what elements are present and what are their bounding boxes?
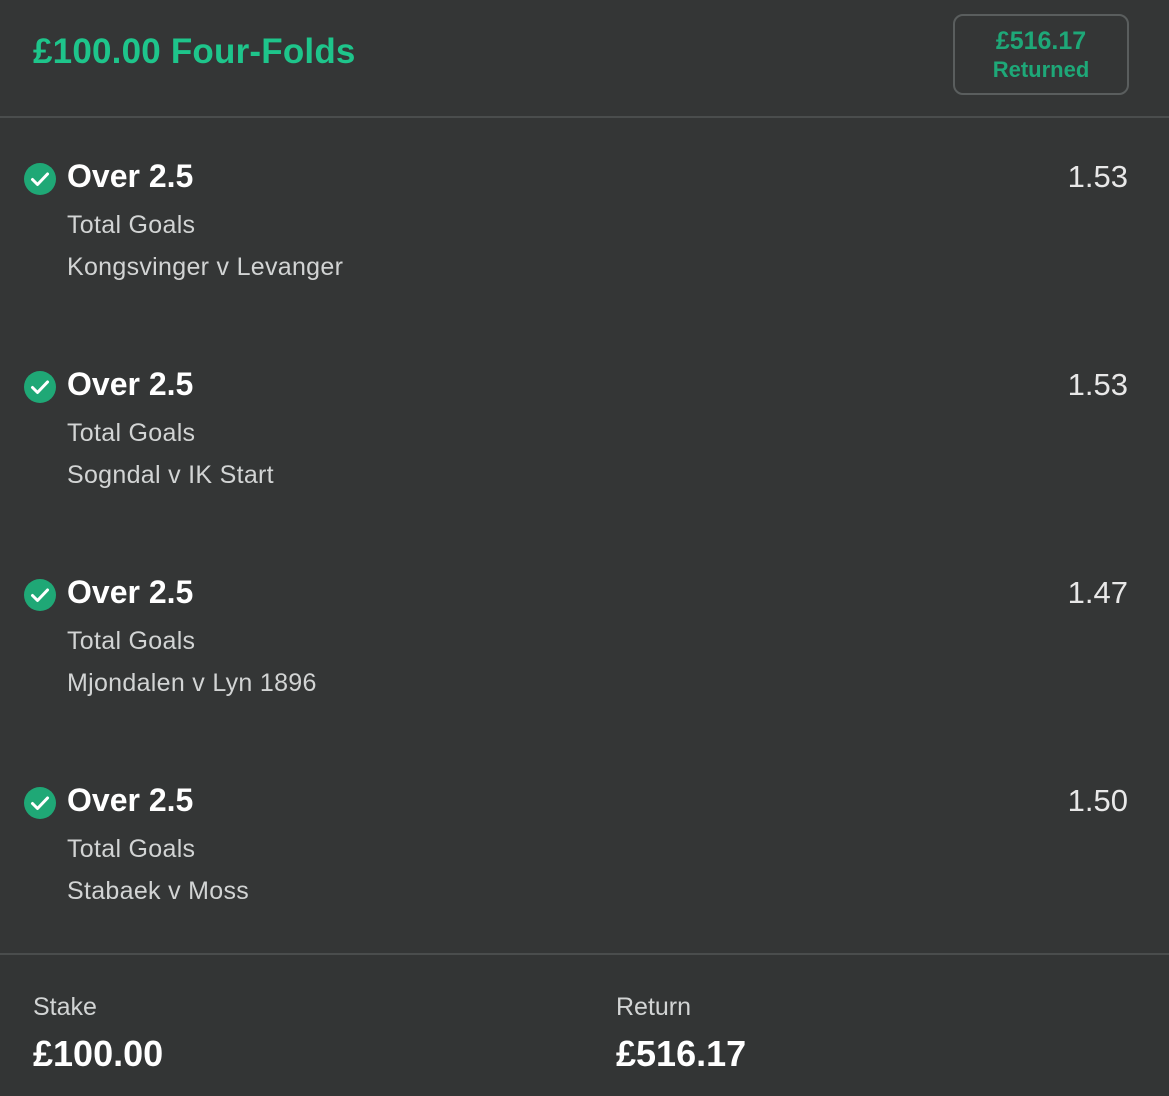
check-circle-icon xyxy=(24,371,56,403)
returned-amount: £516.17 xyxy=(995,27,1087,55)
selection-event: Sogndal v IK Start xyxy=(67,461,274,489)
selection-event: Mjondalen v Lyn 1896 xyxy=(67,669,317,697)
selection-row: Over 2.5 1.50 Total Goals Stabaek v Moss xyxy=(0,782,1169,947)
returned-label: Returned xyxy=(992,57,1090,82)
selection-market: Total Goals xyxy=(67,835,196,863)
return-label: Return xyxy=(616,993,692,1021)
selection-event: Stabaek v Moss xyxy=(67,877,250,905)
selection-name: Over 2.5 xyxy=(67,366,194,402)
selection-name: Over 2.5 xyxy=(67,574,194,610)
stake-label: Stake xyxy=(33,993,97,1021)
bet-summary: Stake £100.00 Return £516.17 xyxy=(0,953,1169,1096)
selection-row: Over 2.5 1.53 Total Goals Kongsvinger v … xyxy=(0,158,1169,323)
selection-market: Total Goals xyxy=(67,419,196,447)
return-value: £516.17 xyxy=(616,1033,747,1074)
selection-event: Kongsvinger v Levanger xyxy=(67,253,344,281)
selection-name: Over 2.5 xyxy=(67,158,194,194)
bet-header: £100.00 Four-Folds £516.17 Returned xyxy=(0,0,1169,118)
selection-odds: 1.47 xyxy=(1067,575,1128,610)
selection-row: Over 2.5 1.47 Total Goals Mjondalen v Ly… xyxy=(0,574,1169,739)
bet-receipt: £100.00 Four-Folds £516.17 Returned Over… xyxy=(0,0,1169,1096)
selection-market: Total Goals xyxy=(67,211,196,239)
selection-odds: 1.50 xyxy=(1067,783,1128,818)
selection-name: Over 2.5 xyxy=(67,782,194,818)
selection-odds: 1.53 xyxy=(1067,367,1128,402)
check-circle-icon xyxy=(24,163,56,195)
selection-odds: 1.53 xyxy=(1067,159,1128,194)
stake-value: £100.00 xyxy=(33,1033,164,1074)
selection-row: Over 2.5 1.53 Total Goals Sogndal v IK S… xyxy=(0,366,1169,531)
check-circle-icon xyxy=(24,787,56,819)
returned-badge[interactable]: £516.17 Returned xyxy=(953,14,1129,95)
bet-title: £100.00 Four-Folds xyxy=(33,32,356,71)
selection-market: Total Goals xyxy=(67,627,196,655)
check-circle-icon xyxy=(24,579,56,611)
